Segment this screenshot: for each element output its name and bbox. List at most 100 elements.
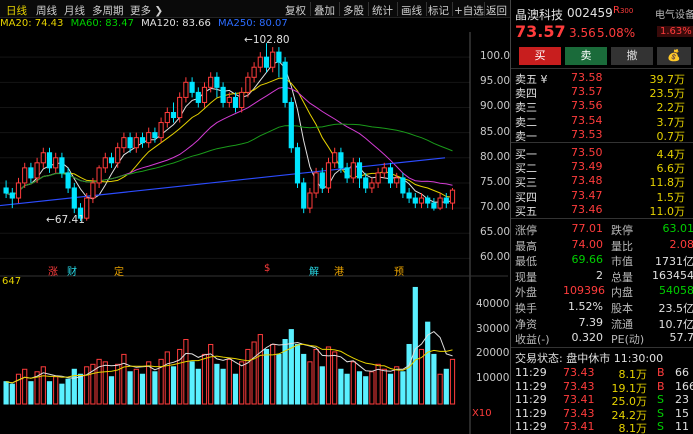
candle [356,162,363,179]
candle [139,137,146,144]
stat-label: 涨停 [515,224,537,237]
sector-change-pct: 1.63% [657,26,693,37]
volume-bar [9,383,15,405]
draw-line-button[interactable]: 画线 [401,3,422,18]
candle [127,137,133,149]
stat-value: 163454 [652,268,693,282]
candle [3,187,9,194]
adjust-button[interactable]: 复权 [285,3,306,18]
ma60-value: MA60: 83.47 [70,18,134,29]
candle [332,152,338,164]
volume-bar [400,371,406,405]
volume-bar [139,373,146,405]
sell-button[interactable]: 卖 [565,47,607,65]
kline-chart[interactable] [0,32,508,434]
ma250-value: MA250: 80.07 [218,18,288,29]
volume-bar [245,348,251,405]
candle [406,192,412,199]
market-badge: R300 [613,5,634,16]
event-marker[interactable]: 财 [67,263,77,278]
candle [96,167,102,184]
volume-bar [232,373,239,405]
candle [257,56,263,68]
event-marker[interactable]: 港 [334,263,344,278]
tick-cell: 73.43 [563,406,595,420]
order-price: 73.53 [571,127,603,141]
candle [325,162,332,189]
price-tick-label: 85.00 [480,125,511,138]
candle [449,189,456,204]
volume-bar [77,373,84,405]
candle [121,137,127,149]
candle [375,172,381,184]
volume-bar [22,368,28,405]
candle [170,112,177,119]
mark-button[interactable]: 标记 [428,3,449,18]
back-button[interactable]: 返回 [486,3,507,18]
event-marker[interactable]: 解 [309,263,319,278]
cancel-order-button[interactable]: 撤 [611,47,653,65]
candle [418,197,425,204]
volume-bar [288,329,294,405]
price-tick-label: 65.00 [480,226,511,239]
stat-value: 69.66 [571,253,604,267]
multi-stock-button[interactable]: 多股 [343,3,364,18]
volume-bar [170,366,177,405]
order-price: 73.46 [571,202,603,216]
candle [133,137,139,149]
add-watchlist-button[interactable]: +自选 [454,3,484,18]
buy-button[interactable]: 买 [519,47,561,65]
volume-bar [15,373,22,405]
candle [239,91,245,108]
candle [102,157,108,169]
price-change: 3.56 [569,26,596,40]
candle [226,96,232,103]
period-weekly-tab[interactable]: 周线 [36,3,57,18]
high-annotation: ←102.80 [244,34,290,46]
ma20-value: MA20: 74.43 [0,18,64,29]
price-tick-label: 75.00 [480,175,511,188]
candle [245,76,251,93]
volume-tick-label: 20000 [476,347,510,360]
event-marker[interactable]: 涨 [48,263,58,278]
volume-bar [313,348,319,405]
candle [15,182,22,199]
sector-name[interactable]: 电气设备 [655,6,693,21]
volume-bar [449,358,456,405]
stat-label: 股本 [611,302,633,315]
volume-bar [84,366,90,405]
overlay-button[interactable]: 叠加 [314,3,335,18]
volume-bar [3,381,9,405]
stat-label: 最高 [515,239,537,253]
candle [251,66,257,78]
multi-period-tab[interactable]: 多周期 [92,3,124,18]
tick-cell: S [657,406,664,420]
stat-label: 现量 [515,270,537,284]
candle [214,76,220,88]
tick-cell: S [657,420,664,434]
period-monthly-tab[interactable]: 月线 [64,3,85,18]
event-marker[interactable]: $ [264,263,270,274]
stat-label: 跌停 [611,224,633,237]
order-price: 73.58 [571,71,603,84]
volume-bar [276,353,282,405]
candle [276,51,282,63]
price-tick-label: 70.00 [480,201,511,214]
volume-bar [65,378,71,405]
candle [90,182,96,199]
candle [177,96,183,119]
more-periods-tab[interactable]: 更多 ❯ [130,3,163,18]
volume-bar [443,368,449,405]
ma120-value: MA120: 83.66 [141,18,211,29]
candle [22,167,28,184]
candle [288,101,294,149]
event-marker[interactable]: 定 [114,263,124,278]
wallet-icon[interactable]: 💰 [657,47,691,65]
candle [108,157,115,164]
stat-value: 0.320 [571,331,604,345]
period-daily-tab[interactable]: 日线 [6,3,27,18]
event-marker[interactable]: 预 [394,263,404,278]
candle [164,112,170,124]
order-price: 73.47 [571,188,603,202]
stats-button[interactable]: 统计 [372,3,393,18]
